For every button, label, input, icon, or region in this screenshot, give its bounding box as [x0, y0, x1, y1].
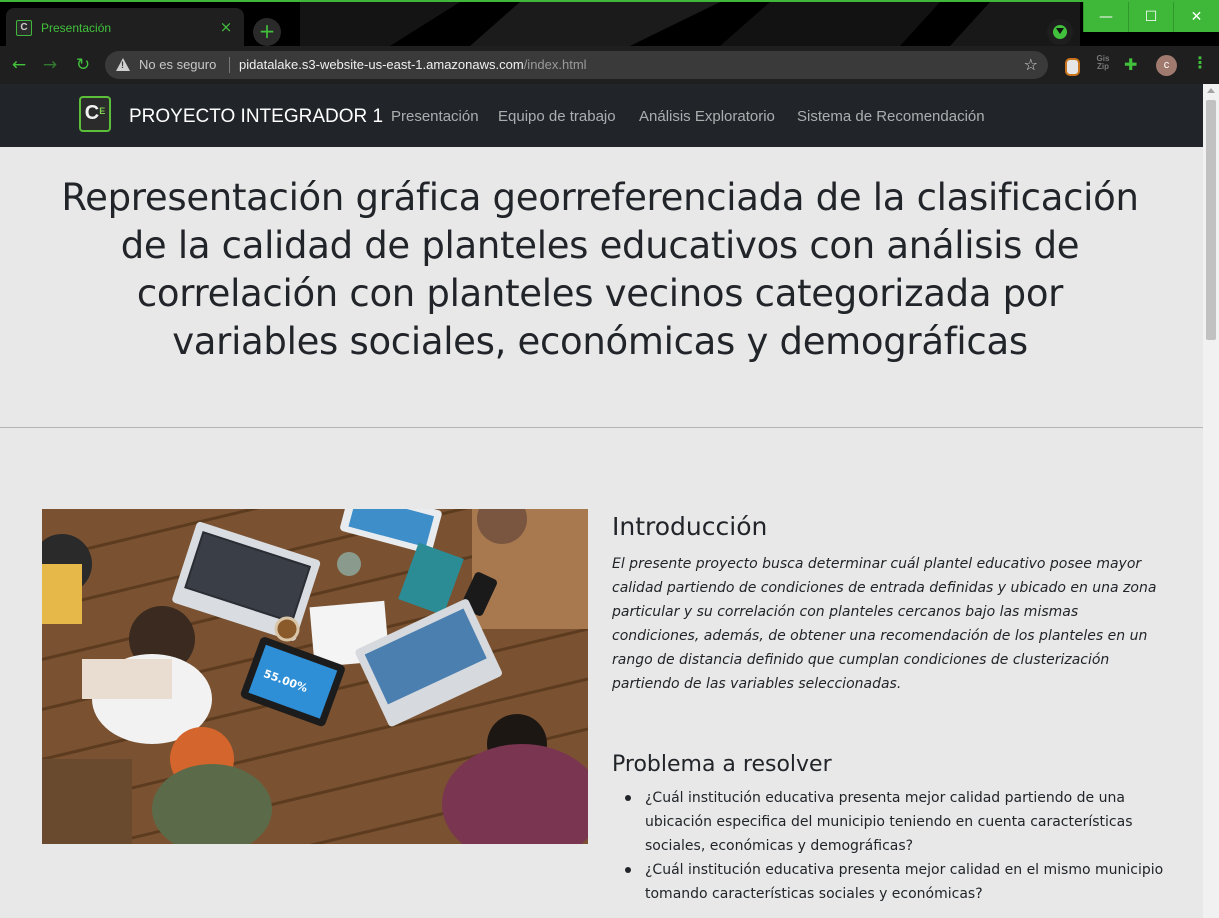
- maximize-button[interactable]: ☐: [1128, 2, 1173, 32]
- download-profile-icon[interactable]: [1047, 19, 1073, 45]
- scroll-up-arrow-icon[interactable]: [1207, 88, 1215, 93]
- site-favicon-icon: C: [16, 20, 32, 36]
- reload-icon[interactable]: ↻: [71, 53, 95, 77]
- site-brand[interactable]: PROYECTO INTEGRADOR 1: [129, 106, 383, 128]
- security-label[interactable]: No es seguro: [139, 57, 216, 72]
- url-host: pidatalake.s3-website-us-east-1.amazonaw…: [239, 57, 524, 72]
- list-item: ¿Cuál institución educativa presenta mej…: [625, 786, 1165, 858]
- intro-paragraph: El presente proyecto busca determinar cu…: [612, 556, 1157, 692]
- extensions-puzzle-icon[interactable]: ✚: [1124, 55, 1144, 75]
- browser-toolbar: ← → ↻ No es seguro pidatalake.s3-website…: [0, 46, 1219, 84]
- scroll-thumb[interactable]: [1206, 100, 1216, 340]
- page-title: Representación gráfica georreferenciada …: [61, 176, 1139, 363]
- team-meeting-photo: 55.00%: [42, 509, 588, 844]
- extension-bulb-icon[interactable]: [1061, 55, 1081, 76]
- intro-heading: Introducción: [612, 512, 768, 541]
- site-navbar: CE PROYECTO INTEGRADOR 1 Presentación Eq…: [0, 84, 1203, 147]
- close-window-button[interactable]: ✕: [1173, 2, 1219, 32]
- problem-list: ¿Cuál institución educativa presenta mej…: [625, 786, 1165, 906]
- list-item: ¿Cuál institución educativa presenta mej…: [625, 858, 1165, 906]
- extension-gis-zip-icon[interactable]: Gis Zip: [1093, 55, 1113, 75]
- address-bar[interactable]: No es seguro pidatalake.s3-website-us-ea…: [105, 51, 1048, 79]
- browser-tabstrip: C Presentación × + — ☐ ✕: [0, 0, 1219, 48]
- active-tab[interactable]: C Presentación ×: [6, 8, 244, 48]
- nav-link-equipo[interactable]: Equipo de trabajo: [498, 108, 616, 125]
- url-path: /index.html: [523, 57, 587, 72]
- url-text[interactable]: pidatalake.s3-website-us-east-1.amazonaw…: [239, 57, 587, 72]
- forward-arrow-icon[interactable]: →: [38, 53, 62, 77]
- divider: [0, 427, 1203, 428]
- back-arrow-icon[interactable]: ←: [7, 53, 31, 77]
- minimize-button[interactable]: —: [1083, 2, 1128, 32]
- bookmark-star-icon[interactable]: ☆: [1024, 55, 1038, 74]
- nav-link-presentacion[interactable]: Presentación: [391, 108, 479, 125]
- tabstrip-background-art: [300, 2, 1080, 46]
- logo-superscript: E: [99, 106, 106, 116]
- nav-link-recomendacion[interactable]: Sistema de Recomendación: [797, 108, 985, 125]
- tab-close-icon[interactable]: ×: [216, 17, 236, 37]
- tab-title: Presentación: [41, 21, 112, 35]
- logo-letter: C: [84, 102, 100, 124]
- new-tab-button[interactable]: +: [253, 18, 281, 46]
- vertical-scrollbar[interactable]: [1203, 84, 1219, 918]
- warning-icon[interactable]: [116, 58, 130, 71]
- profile-avatar[interactable]: c: [1156, 55, 1177, 76]
- omnibox-divider: [229, 57, 230, 73]
- problem-heading: Problema a resolver: [612, 752, 832, 777]
- nav-link-analisis[interactable]: Análisis Exploratorio: [639, 108, 775, 125]
- site-logo[interactable]: CE: [79, 96, 111, 132]
- menu-kebab-icon[interactable]: ⋮: [1192, 53, 1208, 72]
- web-page: CE PROYECTO INTEGRADOR 1 Presentación Eq…: [0, 84, 1203, 918]
